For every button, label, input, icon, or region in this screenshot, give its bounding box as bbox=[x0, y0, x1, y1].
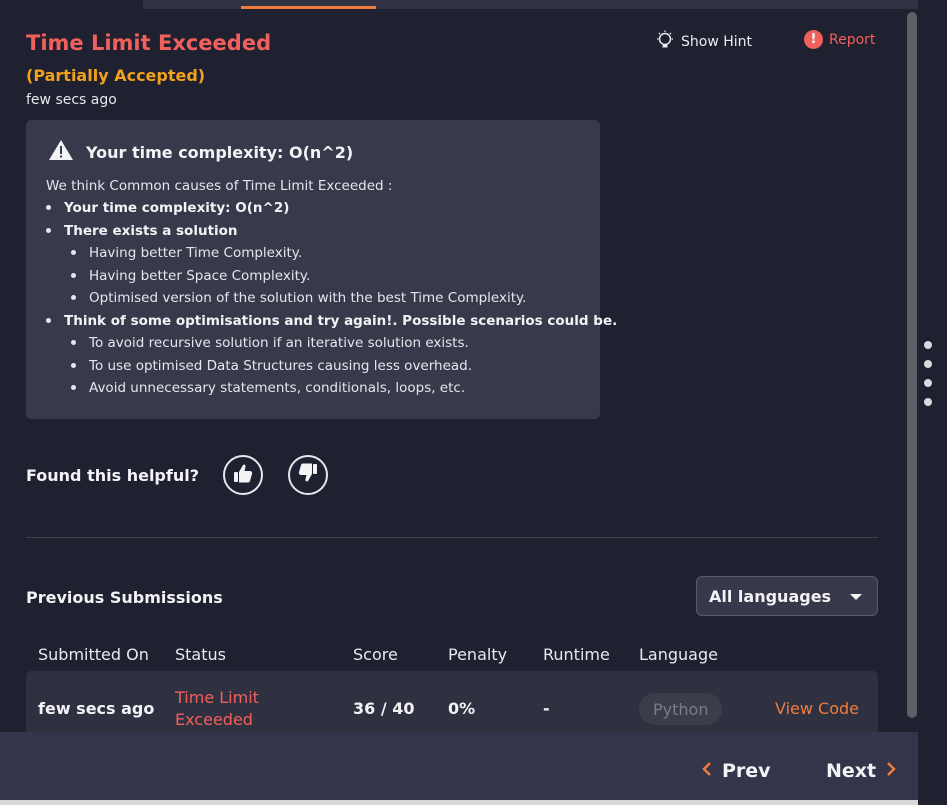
section-divider bbox=[26, 537, 878, 538]
dot-icon bbox=[924, 360, 932, 368]
feedback-label: Found this helpful? bbox=[26, 466, 199, 485]
report-button[interactable]: ! Report bbox=[804, 30, 875, 49]
penalty-cell: 0% bbox=[448, 699, 476, 718]
show-hint-label: Show Hint bbox=[681, 34, 753, 50]
scrollbar-thumb[interactable] bbox=[907, 12, 917, 718]
column-header-runtime: Runtime bbox=[543, 645, 610, 664]
column-header-penalty: Penalty bbox=[448, 645, 508, 664]
result-time: few secs ago bbox=[26, 92, 117, 108]
cause-subitem: Avoid unnecessary statements, conditiona… bbox=[71, 380, 465, 396]
report-label: Report bbox=[829, 31, 876, 48]
thumbs-down-button[interactable] bbox=[288, 455, 328, 495]
cause-subitem: Having better Time Complexity. bbox=[71, 245, 302, 261]
thumbs-up-button[interactable] bbox=[223, 455, 263, 495]
column-header-score: Score bbox=[353, 645, 398, 664]
language-filter-value: All languages bbox=[709, 586, 832, 606]
cause-item: Think of some optimisations and try agai… bbox=[46, 313, 617, 329]
prev-button[interactable]: Prev bbox=[702, 760, 771, 782]
runtime-cell: - bbox=[543, 699, 550, 718]
dot-icon bbox=[924, 341, 932, 349]
view-code-link[interactable]: View Code bbox=[775, 699, 859, 718]
cause-subitem: Having better Space Complexity. bbox=[71, 268, 310, 284]
next-label: Next bbox=[826, 760, 877, 782]
right-gutter bbox=[918, 0, 947, 805]
footer-base bbox=[0, 800, 918, 805]
show-hint-button[interactable]: Show Hint bbox=[655, 30, 752, 54]
submitted-on-cell: few secs ago bbox=[38, 699, 155, 718]
panel-menu-handle[interactable] bbox=[924, 341, 932, 417]
cause-subitem: To avoid recursive solution if an iterat… bbox=[71, 335, 469, 351]
thumbs-down-icon bbox=[297, 462, 319, 488]
cause-item: Your time complexity: O(n^2) bbox=[46, 200, 289, 216]
column-header-submitted-on: Submitted On bbox=[38, 645, 149, 664]
causes-intro: We think Common causes of Time Limit Exc… bbox=[46, 178, 393, 194]
lightbulb-icon bbox=[655, 30, 675, 54]
warning-triangle-icon bbox=[48, 139, 74, 165]
caret-down-icon bbox=[850, 594, 862, 600]
column-header-status: Status bbox=[175, 645, 226, 664]
table-row: few secs ago Time Limit Exceeded 36 / 40… bbox=[26, 671, 878, 733]
complexity-heading: Your time complexity: O(n^2) bbox=[48, 139, 353, 165]
score-cell: 36 / 40 bbox=[353, 699, 415, 718]
previous-submissions-title: Previous Submissions bbox=[26, 588, 223, 607]
next-button[interactable]: Next bbox=[826, 760, 896, 782]
language-filter-select[interactable]: All languages bbox=[696, 576, 878, 616]
thumbs-up-icon bbox=[232, 462, 254, 488]
cause-subitem: Optimised version of the solution with t… bbox=[71, 290, 526, 306]
active-tab-indicator bbox=[241, 6, 376, 9]
footer-navigation bbox=[0, 732, 918, 800]
result-subtitle: (Partially Accepted) bbox=[26, 66, 206, 85]
column-header-language: Language bbox=[639, 645, 718, 664]
language-badge: Python bbox=[639, 693, 723, 725]
complexity-analysis-card: Your time complexity: O(n^2) We think Co… bbox=[26, 120, 617, 419]
prev-label: Prev bbox=[722, 760, 771, 782]
complexity-heading-text: Your time complexity: O(n^2) bbox=[86, 142, 354, 162]
dot-icon bbox=[924, 379, 932, 387]
dot-icon bbox=[924, 398, 932, 406]
alert-circle-icon: ! bbox=[804, 30, 823, 49]
status-cell: Time Limit Exceeded bbox=[175, 688, 259, 729]
chevron-left-icon bbox=[702, 761, 712, 782]
cause-item: There exists a solution bbox=[46, 223, 238, 239]
top-tab-bar bbox=[0, 0, 947, 10]
result-title: Time Limit Exceeded bbox=[26, 31, 272, 55]
chevron-right-icon bbox=[886, 761, 896, 782]
cause-subitem: To use optimised Data Structures causing… bbox=[71, 358, 472, 374]
